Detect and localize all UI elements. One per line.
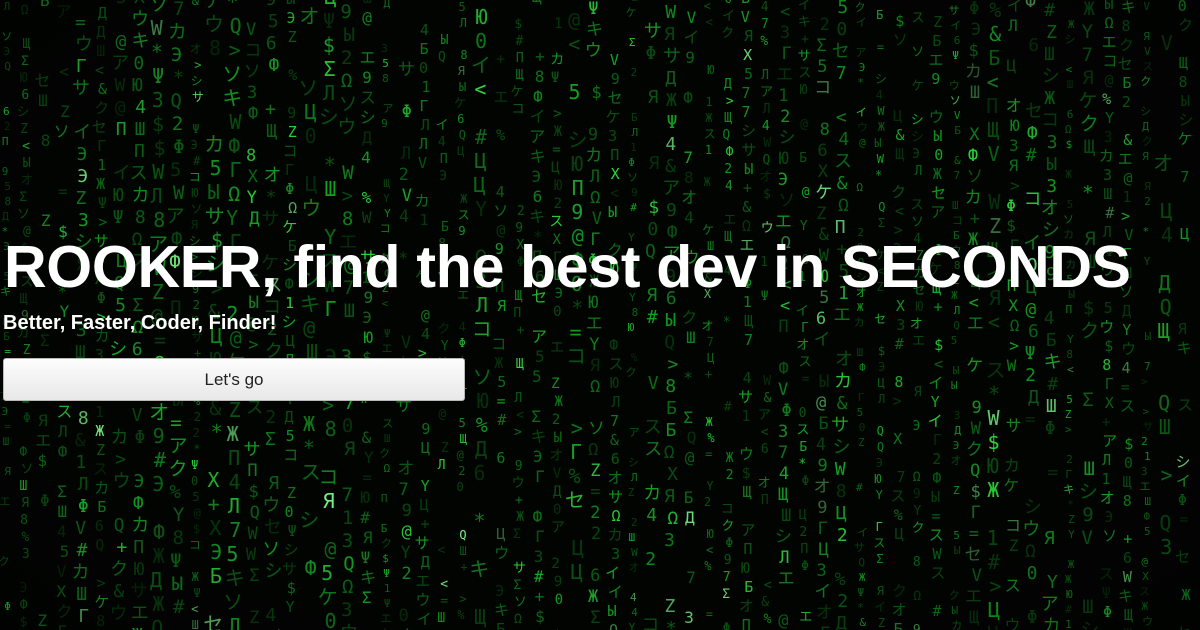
hero-section: ЛソЭQ62П958Д*Э5キΩБ=アЭ=ШЯエクΦ84ΩЩΣЮ6シZ<ЫオΣソ… [0, 0, 1200, 630]
lets-go-button[interactable]: Let's go [3, 358, 465, 401]
hero-headline: ROOKER, find the best dev in SECONDS [4, 234, 1131, 300]
hero-content: ROOKER, find the best dev in SECONDS Bet… [0, 0, 1200, 630]
hero-tagline: Better, Faster, Coder, Finder! [3, 312, 277, 334]
